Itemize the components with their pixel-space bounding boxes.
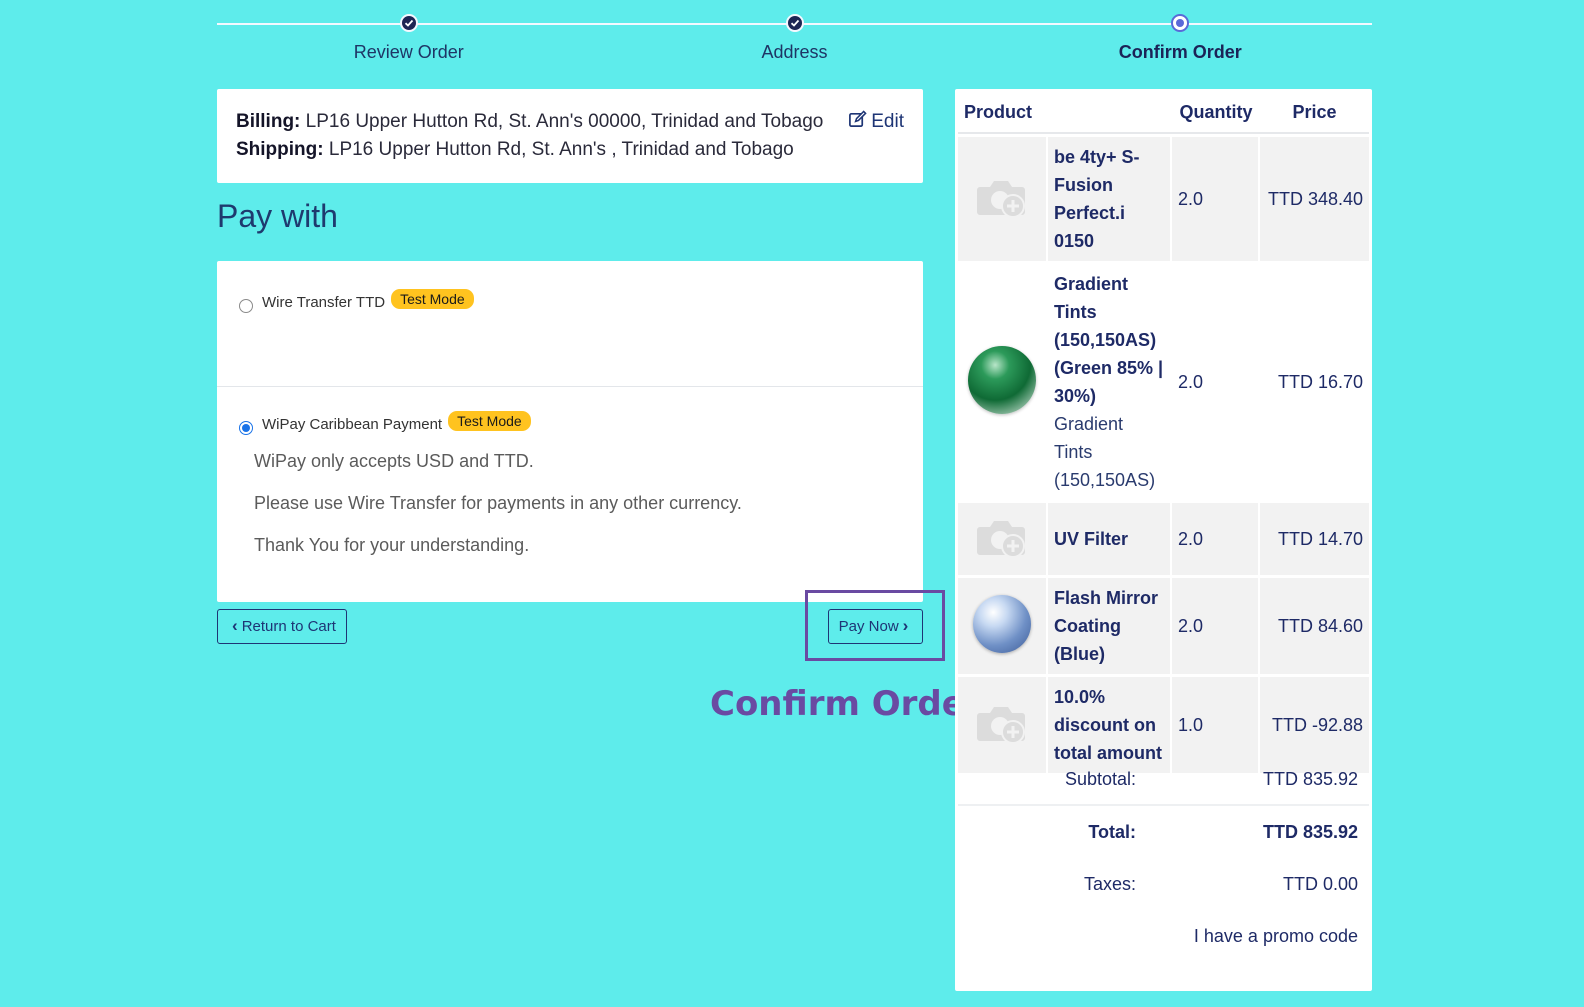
test-mode-badge: Test Mode xyxy=(391,289,474,309)
step-label: Confirm Order xyxy=(1118,42,1242,62)
product-image-cell xyxy=(958,578,1048,674)
current-step-icon xyxy=(1171,14,1190,32)
table-row: UV Filter 2.0 TTD 14.70 xyxy=(958,503,1369,575)
wipay-notes: WiPay only accepts USD and TTD. Please u… xyxy=(254,450,742,576)
product-quantity: 2.0 xyxy=(1172,578,1260,674)
camera-placeholder-icon xyxy=(977,706,1025,744)
billing-line: Billing: LP16 Upper Hutton Rd, St. Ann's… xyxy=(236,108,904,136)
shipping-label: Shipping: xyxy=(236,139,324,160)
product-price: TTD 16.70 xyxy=(1277,371,1363,392)
edit-icon xyxy=(849,110,867,128)
product-name: Flash Mirror Coating (Blue) xyxy=(1048,578,1172,674)
product-name-cell: Gradient Tints (150,150AS) (Green 85% | … xyxy=(1048,264,1172,500)
camera-placeholder-icon xyxy=(977,180,1025,218)
table-row: be 4ty+ S-Fusion Perfect.i 0150 2.0 TTD … xyxy=(958,137,1369,261)
product-quantity: 2.0 xyxy=(1172,503,1260,575)
taxes-label: Taxes: xyxy=(1083,873,1136,894)
green-lens-icon xyxy=(968,345,1036,414)
edit-address-link[interactable]: Edit xyxy=(848,108,904,136)
payment-option-label: Wire Transfer TTD xyxy=(262,293,386,311)
product-name: UV Filter xyxy=(1048,503,1172,575)
product-price: TTD 84.60 xyxy=(1260,578,1369,674)
product-name: Gradient Tints (150,150AS) (Green 85% | … xyxy=(1054,274,1164,406)
product-quantity: 2.0 xyxy=(1172,264,1260,500)
check-icon xyxy=(399,14,418,32)
return-to-cart-button[interactable]: ‹ Return to Cart xyxy=(217,609,347,644)
table-row: Gradient Tints (150,150AS) (Green 85% | … xyxy=(958,264,1369,500)
order-summary: Product Quantity Price be 4ty+ S-Fusion … xyxy=(955,89,1372,991)
total-value: TTD 835.92 xyxy=(1262,821,1358,842)
payment-option-wire-transfer[interactable]: Wire Transfer TTD Test Mode xyxy=(217,261,923,387)
pay-now-highlight xyxy=(805,590,945,661)
wire-transfer-radio[interactable] xyxy=(239,299,253,313)
product-header: Product xyxy=(958,95,1172,134)
payment-option-row[interactable]: WiPay Caribbean Payment Test Mode xyxy=(239,411,531,435)
wipay-note: WiPay only accepts USD and TTD. xyxy=(254,451,534,471)
step-label: Review Order xyxy=(353,42,464,62)
shipping-line: Shipping: LP16 Upper Hutton Rd, St. Ann'… xyxy=(236,136,904,164)
product-variant: Gradient Tints (150,150AS) xyxy=(1054,414,1156,490)
billing-value: LP16 Upper Hutton Rd, St. Ann's 00000, T… xyxy=(305,111,824,132)
payment-options-card: Wire Transfer TTD Test Mode WiPay Caribb… xyxy=(217,261,923,602)
taxes-value: TTD 0.00 xyxy=(1282,873,1358,894)
payment-option-wipay[interactable]: WiPay Caribbean Payment Test Mode WiPay … xyxy=(217,387,923,602)
product-name: be 4ty+ S-Fusion Perfect.i 0150 xyxy=(1048,137,1172,261)
product-price: TTD 348.40 xyxy=(1260,137,1369,261)
promo-code-link[interactable]: I have a promo code xyxy=(958,910,1369,962)
product-image-cell xyxy=(958,137,1048,261)
payment-option-row[interactable]: Wire Transfer TTD Test Mode xyxy=(239,289,474,313)
order-table: Product Quantity Price be 4ty+ S-Fusion … xyxy=(958,92,1369,776)
price-header: Price xyxy=(1260,95,1369,134)
table-row: Flash Mirror Coating (Blue) 2.0 TTD 84.6… xyxy=(958,578,1369,674)
address-card: Billing: LP16 Upper Hutton Rd, St. Ann's… xyxy=(217,89,923,183)
pay-with-heading: Pay with xyxy=(217,198,338,234)
product-quantity: 2.0 xyxy=(1172,137,1260,261)
wipay-note: Thank You for your understanding. xyxy=(254,535,530,555)
confirm-order-annotation: Confirm Order xyxy=(710,684,982,724)
wipay-radio[interactable] xyxy=(239,421,253,435)
subtotal-label: Subtotal: xyxy=(1064,768,1136,789)
payment-option-label: WiPay Caribbean Payment xyxy=(262,415,443,433)
edit-label: Edit xyxy=(871,111,904,132)
shipping-value: LP16 Upper Hutton Rd, St. Ann's , Trinid… xyxy=(328,139,794,160)
step-review-order[interactable]: Review Order xyxy=(279,12,539,63)
step-address[interactable]: Address xyxy=(665,12,925,63)
camera-placeholder-icon xyxy=(977,520,1025,558)
return-label: Return to Cart xyxy=(241,618,336,635)
check-icon xyxy=(785,14,804,32)
step-label: Address xyxy=(761,42,828,62)
chevron-left-icon: ‹ xyxy=(232,615,238,635)
blue-lens-icon xyxy=(973,594,1031,653)
quantity-header: Quantity xyxy=(1172,95,1260,134)
total-row: Total: TTD 835.92 xyxy=(958,806,1369,858)
product-image-cell xyxy=(958,264,1048,500)
product-image-cell xyxy=(958,503,1048,575)
wipay-note: Please use Wire Transfer for payments in… xyxy=(254,493,742,513)
subtotal-row: Subtotal: TTD 835.92 xyxy=(958,754,1369,806)
table-header-row: Product Quantity Price xyxy=(958,95,1369,134)
taxes-row: Taxes: TTD 0.00 xyxy=(958,858,1369,910)
test-mode-badge: Test Mode xyxy=(448,411,531,431)
checkout-progress: Review Order Address Confirm Order xyxy=(217,12,1372,72)
order-totals: Subtotal: TTD 835.92 Total: TTD 835.92 T… xyxy=(958,754,1369,962)
billing-label: Billing: xyxy=(236,111,301,132)
step-confirm-order: Confirm Order xyxy=(1050,12,1310,63)
total-label: Total: xyxy=(1088,821,1136,842)
product-price: TTD 14.70 xyxy=(1260,503,1369,575)
subtotal-value: TTD 835.92 xyxy=(1262,768,1358,789)
